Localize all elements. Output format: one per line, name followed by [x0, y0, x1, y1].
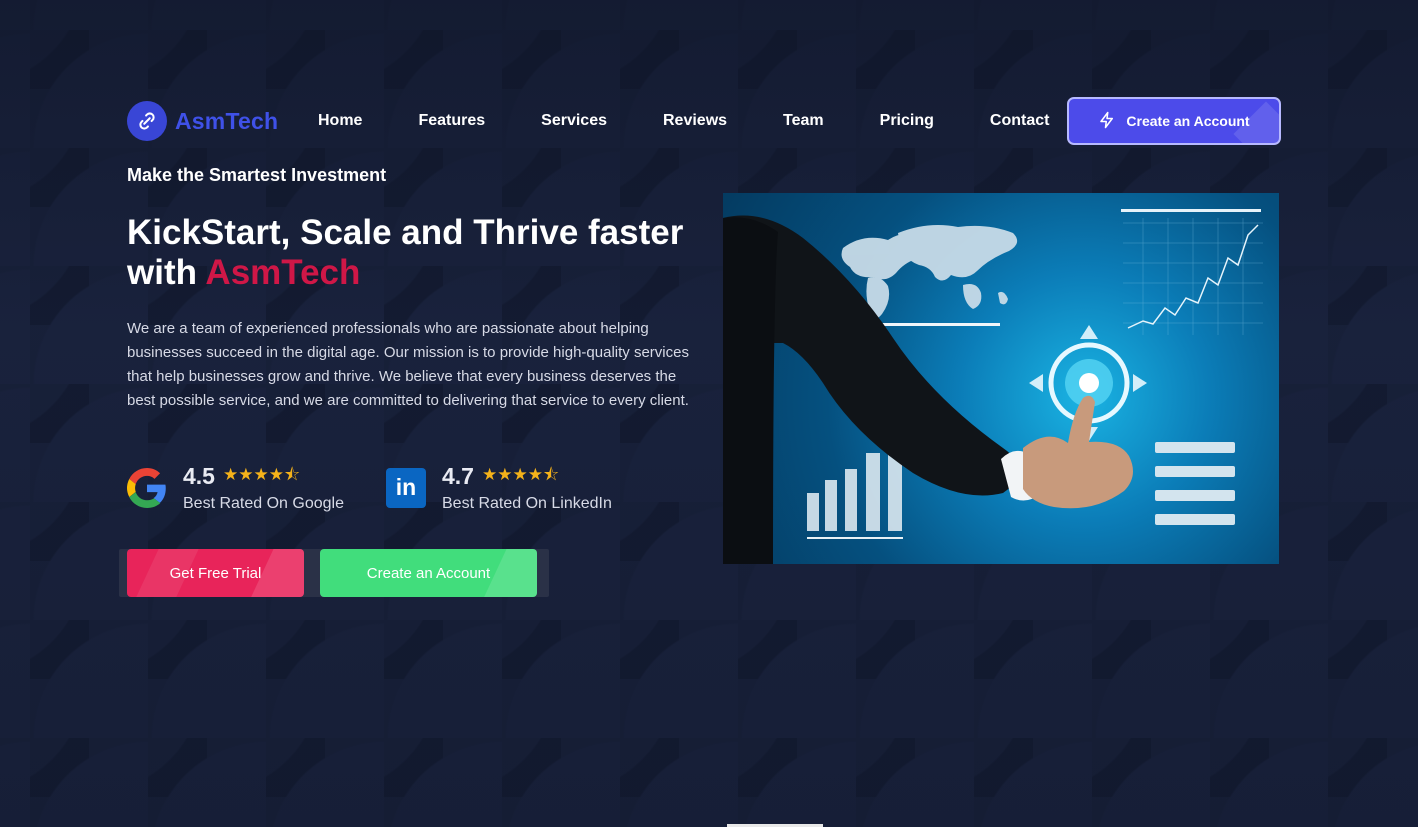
- google-rating-label: Best Rated On Google: [183, 495, 344, 512]
- linkedin-stars-icon: ★★★★⯪: [481, 465, 560, 485]
- google-score: 4.5: [183, 463, 215, 489]
- hero-illustration: [723, 209, 1263, 564]
- nav-services[interactable]: Services: [503, 112, 625, 130]
- hero-description: We are a team of experienced professiona…: [127, 320, 689, 409]
- nav-team[interactable]: Team: [745, 112, 842, 130]
- linkedin-score: 4.7: [442, 463, 474, 489]
- linkedin-rating: in 4.7 ★★★★⯪ Best Rated On LinkedIn: [386, 462, 612, 513]
- hero-headline: KickStart, Scale and Thrive faster with …: [127, 213, 707, 293]
- google-rating: 4.5 ★★★★⯪ Best Rated On Google: [127, 462, 344, 513]
- nav-contact[interactable]: Contact: [952, 112, 1068, 130]
- linkedin-score-row: 4.7 ★★★★⯪: [442, 462, 612, 491]
- lightning-icon: [1098, 111, 1116, 132]
- business-touchscreen-image: [723, 193, 1279, 564]
- page: AsmTech Home Features Services Reviews T…: [0, 0, 1418, 827]
- google-icon: [127, 467, 167, 509]
- google-rating-text: 4.5 ★★★★⯪ Best Rated On Google: [183, 462, 344, 513]
- nav-reviews[interactable]: Reviews: [625, 112, 745, 130]
- nav-home[interactable]: Home: [300, 112, 380, 130]
- linkedin-icon: in: [386, 467, 426, 509]
- nav-features[interactable]: Features: [380, 112, 503, 130]
- google-score-row: 4.5 ★★★★⯪: [183, 462, 344, 491]
- logo[interactable]: AsmTech: [127, 101, 278, 141]
- create-account-header-label: Create an Account: [1126, 113, 1250, 129]
- logo-text: AsmTech: [175, 107, 279, 134]
- headline-brand: AsmTech: [205, 253, 361, 292]
- google-stars-icon: ★★★★⯪: [222, 465, 301, 485]
- nav-pricing[interactable]: Pricing: [842, 112, 952, 130]
- linkedin-logo: in: [386, 467, 426, 508]
- hero-eyebrow: Make the Smartest Investment: [127, 165, 387, 185]
- get-free-trial-button[interactable]: Get Free Trial: [127, 549, 304, 597]
- linkedin-rating-text: 4.7 ★★★★⯪ Best Rated On LinkedIn: [442, 462, 612, 513]
- link-icon: [127, 101, 167, 141]
- linkedin-rating-label: Best Rated On LinkedIn: [442, 495, 612, 512]
- main-nav: Home Features Services Reviews Team Pric…: [300, 112, 1067, 130]
- create-account-header-button[interactable]: Create an Account: [1067, 97, 1281, 145]
- create-account-button[interactable]: Create an Account: [320, 549, 537, 597]
